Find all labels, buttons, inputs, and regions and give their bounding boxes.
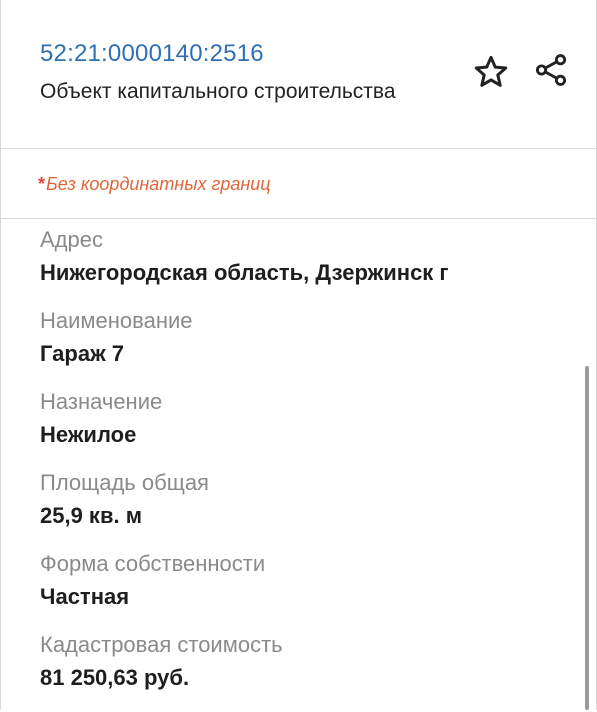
object-details: Адрес Нижегородская область, Дзержинск г… — [40, 226, 570, 712]
object-type-label: Объект капитального строительства — [40, 80, 396, 103]
field-ownership: Форма собственности Частная — [40, 550, 570, 631]
share-icon — [535, 54, 567, 86]
no-boundaries-notice: *Без координатных границ — [38, 174, 271, 195]
field-value: 25,9 кв. м — [40, 503, 142, 528]
object-header: 52:21:0000140:2516 Объект капитального с… — [0, 0, 597, 149]
field-label: Адрес — [40, 227, 103, 252]
field-label: Кадастровая стоимость — [40, 632, 283, 657]
field-label: Форма собственности — [40, 551, 266, 576]
field-cadastral-value: Кадастровая стоимость 81 250,63 руб. — [40, 631, 570, 712]
field-value: Гараж 7 — [40, 341, 125, 366]
field-address: Адрес Нижегородская область, Дзержинск г — [40, 226, 570, 307]
field-value: Нижегородская область, Дзержинск г — [40, 260, 449, 285]
field-purpose: Назначение Нежилое — [40, 388, 570, 469]
field-value: 81 250,63 руб. — [40, 665, 190, 690]
field-name: Наименование Гараж 7 — [40, 307, 570, 388]
notice-asterisk: * — [38, 174, 46, 194]
star-icon — [474, 55, 508, 87]
favorite-button[interactable] — [471, 52, 511, 92]
notice-text: Без координатных границ — [46, 174, 271, 194]
field-value: Частная — [40, 584, 130, 609]
scrollbar[interactable] — [585, 366, 589, 710]
share-button[interactable] — [531, 50, 571, 90]
field-label: Наименование — [40, 308, 193, 333]
field-value: Нежилое — [40, 422, 137, 447]
field-area: Площадь общая 25,9 кв. м — [40, 469, 570, 550]
field-label: Назначение — [40, 389, 163, 414]
cadastral-number-link[interactable]: 52:21:0000140:2516 — [40, 40, 264, 68]
field-label: Площадь общая — [40, 470, 209, 495]
